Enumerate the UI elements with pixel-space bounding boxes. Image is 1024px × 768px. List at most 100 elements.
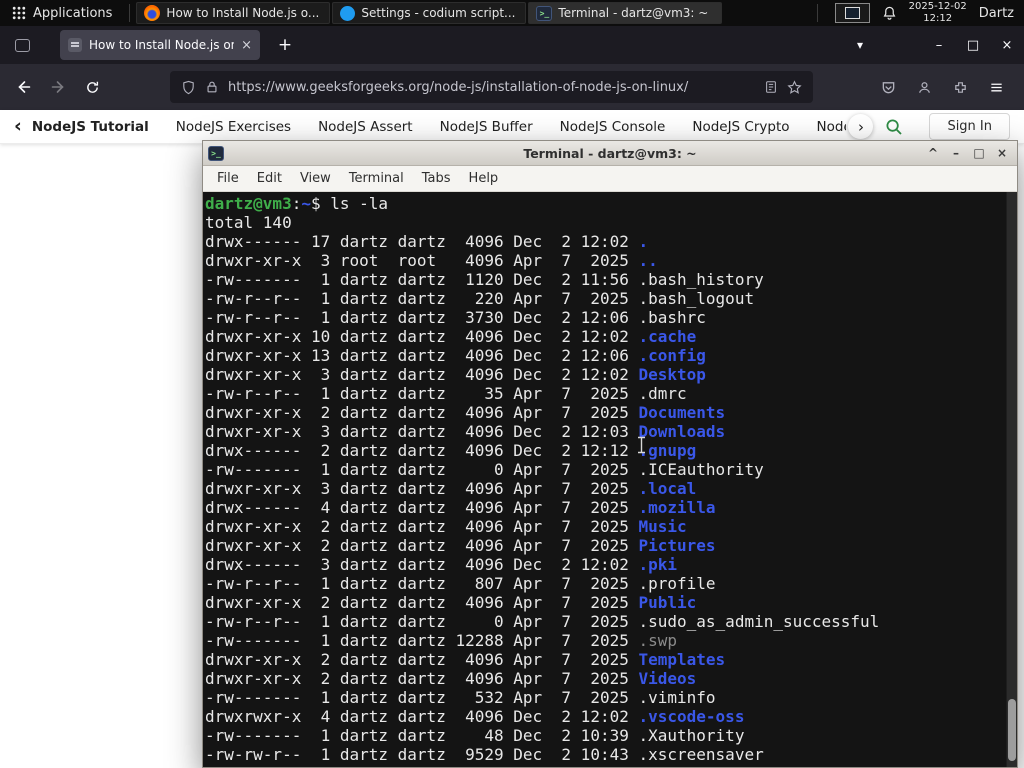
terminal-menu-item[interactable]: File (208, 171, 248, 186)
terminal-menu-item[interactable]: View (291, 171, 340, 186)
file-name: .sudo_as_admin_successful (638, 612, 880, 631)
url-bar[interactable]: https://www.geeksforgeeks.org/node-js/in… (170, 71, 813, 103)
terminal-maximize-button[interactable]: □ (969, 145, 989, 162)
terminal-window-controls: ^ – □ × (923, 145, 1012, 162)
taskbar-window-title: How to Install Node.js o... (166, 6, 320, 20)
site-nav-item[interactable]: NodeJS Buffer (440, 119, 533, 135)
terminal-output-line: drwx------ 4 dartz dartz 4096 Apr 7 2025… (205, 498, 1003, 517)
file-name: .pki (638, 555, 678, 574)
workspace-window-thumb (844, 7, 860, 19)
file-name: .profile (638, 574, 716, 593)
terminal-scrollbar-thumb[interactable] (1008, 699, 1016, 761)
terminal-close-button[interactable]: × (992, 145, 1012, 162)
codium-icon (340, 5, 356, 21)
file-name: Documents (638, 403, 726, 422)
terminal-output-line: drwxrwxr-x 4 dartz dartz 4096 Dec 2 12:0… (205, 707, 1003, 726)
file-name: .swp (638, 631, 678, 650)
new-tab-button[interactable]: + (272, 35, 298, 55)
site-nav-item[interactable]: NodeJS Exercises (176, 119, 291, 135)
nav-forward-chevron-button[interactable]: › (848, 114, 874, 139)
file-name: .ICEauthority (638, 460, 764, 479)
save-to-pocket-button[interactable] (872, 71, 904, 103)
window-close-button[interactable]: × (990, 26, 1024, 64)
terminal-shade-button[interactable]: ^ (923, 145, 943, 162)
window-minimize-button[interactable]: – (922, 26, 956, 64)
back-button[interactable] (8, 71, 40, 103)
terminal-menu-item[interactable]: Edit (248, 171, 291, 186)
site-nav-item[interactable]: NodeJS Assert (318, 119, 413, 135)
terminal-output-line: drwxr-xr-x 3 dartz dartz 4096 Dec 2 12:0… (205, 365, 1003, 384)
panel-clock[interactable]: 2025-12-02 12:12 (909, 1, 967, 25)
taskbar-window-terminal[interactable]: >_ Terminal - dartz@vm3: ~ (528, 2, 723, 24)
bookmark-star-icon[interactable] (787, 79, 802, 95)
file-attributes: -rw-r--r-- 1 dartz dartz 0 Apr 7 2025 (205, 612, 639, 631)
sign-in-button[interactable]: Sign In (929, 113, 1010, 140)
notification-bell-icon[interactable] (882, 5, 897, 21)
site-nav-item[interactable]: NodeJS Tutorial (32, 119, 149, 135)
panel-tray: 2025-12-02 12:12 Dartz (812, 1, 1024, 25)
browser-tab[interactable]: How to Install Node.js on... × (60, 30, 260, 60)
tab-close-icon[interactable]: × (241, 38, 252, 53)
search-icon (886, 119, 903, 135)
reload-button[interactable] (76, 71, 108, 103)
workspace-pager[interactable] (834, 3, 870, 23)
app-menu-button[interactable] (980, 71, 1012, 103)
site-nav-item[interactable]: NodeJS Console (560, 119, 666, 135)
file-attributes: drwxr-xr-x 2 dartz dartz 4096 Apr 7 2025 (205, 669, 639, 688)
file-name: .mozilla (638, 498, 716, 517)
terminal-menubar: File Edit View Terminal Tabs Help (203, 166, 1017, 192)
file-name: .bash_history (638, 270, 764, 289)
file-attributes: drwx------ 17 dartz dartz 4096 Dec 2 12:… (205, 232, 639, 251)
site-nav-item[interactable]: NodeJS Crypto (692, 119, 789, 135)
terminal-output-line: -rw-rw-r-- 1 dartz dartz 9529 Dec 2 10:4… (205, 745, 1003, 764)
taskbar-window-codium[interactable]: Settings - codium script... (332, 2, 527, 24)
file-name: Public (638, 593, 697, 612)
terminal-scrollbar[interactable] (1006, 192, 1017, 767)
clock-time: 12:12 (923, 13, 953, 24)
site-navigation-bar: ‹ NodeJS Tutorial NodeJS Exercises NodeJS … (0, 110, 1024, 144)
top-panel: Applications How to Install Node.js o...… (0, 0, 1024, 26)
forward-button[interactable] (42, 71, 74, 103)
lock-icon[interactable] (205, 80, 219, 94)
terminal-output-line: -rw-r--r-- 1 dartz dartz 220 Apr 7 2025 … (205, 289, 1003, 308)
account-button[interactable] (908, 71, 940, 103)
panel-separator (129, 4, 131, 22)
applications-menu-button[interactable]: Applications (0, 0, 124, 26)
file-name: .vscode-oss (638, 707, 745, 726)
terminal-listing: drwx------ 17 dartz dartz 4096 Dec 2 12:… (205, 232, 1003, 764)
terminal-icon: >_ (536, 5, 553, 21)
file-name: Pictures (638, 536, 716, 555)
window-maximize-button[interactable]: □ (956, 26, 990, 64)
extensions-button[interactable] (944, 71, 976, 103)
browser-toolbar: https://www.geeksforgeeks.org/node-js/in… (0, 64, 1024, 110)
file-attributes: drwxr-xr-x 2 dartz dartz 4096 Apr 7 2025 (205, 536, 639, 555)
terminal-output-line: drwxr-xr-x 2 dartz dartz 4096 Apr 7 2025… (205, 517, 1003, 536)
file-name: .cache (638, 327, 697, 346)
terminal-output-line: drwx------ 3 dartz dartz 4096 Dec 2 12:0… (205, 555, 1003, 574)
nav-back-chevron-icon[interactable]: ‹ (14, 117, 22, 136)
extensions-icon (954, 81, 966, 93)
terminal-output[interactable]: dartz@vm3:~$ ls -la total 140 drwx------… (203, 192, 1017, 767)
file-name: .bash_logout (638, 289, 755, 308)
terminal-menu-item[interactable]: Terminal (340, 171, 413, 186)
terminal-output-line: drwxr-xr-x 2 dartz dartz 4096 Apr 7 2025… (205, 536, 1003, 555)
tab-title: How to Install Node.js on... (89, 38, 235, 52)
reload-icon (86, 81, 98, 93)
terminal-menu-item[interactable]: Tabs (413, 171, 460, 186)
taskbar-window-firefox[interactable]: How to Install Node.js o... (136, 2, 331, 24)
terminal-output-line: drwx------ 2 dartz dartz 4096 Dec 2 12:1… (205, 441, 1003, 460)
firefox-view-icon[interactable] (8, 31, 36, 59)
file-attributes: -rw-r--r-- 1 dartz dartz 35 Apr 7 2025 (205, 384, 639, 403)
terminal-minimize-button[interactable]: – (946, 145, 966, 162)
terminal-titlebar[interactable]: >_ Terminal - dartz@vm3: ~ ^ – □ × (203, 141, 1017, 166)
tracking-shield-icon[interactable] (181, 80, 196, 95)
username-label[interactable]: Dartz (979, 6, 1014, 21)
terminal-output-line: -rw------- 1 dartz dartz 12288 Apr 7 202… (205, 631, 1003, 650)
search-button[interactable] (881, 118, 907, 136)
reader-mode-icon[interactable] (764, 80, 778, 94)
terminal-prompt-line: dartz@vm3:~$ ls -la (205, 194, 1003, 213)
tab-overflow-icon[interactable]: ▾ (846, 38, 874, 52)
terminal-menu-item[interactable]: Help (460, 171, 508, 186)
file-name: Downloads (638, 422, 726, 441)
site-nav-item[interactable]: NodeJS DNS (817, 119, 847, 135)
